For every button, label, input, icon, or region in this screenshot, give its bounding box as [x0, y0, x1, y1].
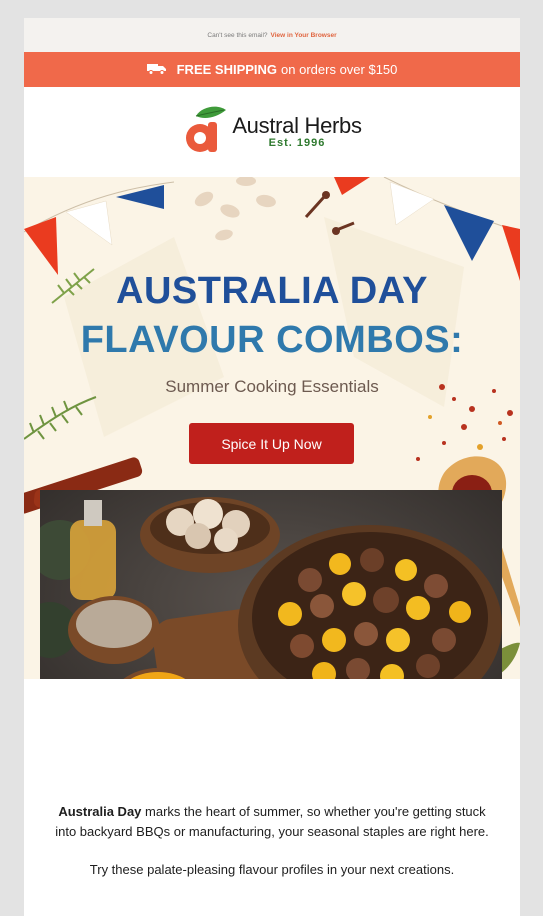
bunting-flag [389, 181, 435, 226]
hero-section: AUSTRALIA DAY FLAVOUR COMBOS: Summer Coo… [24, 177, 520, 679]
shipping-condition: on orders over $150 [281, 62, 398, 77]
cta-paragraph: Try these palate-pleasing flavour profil… [89, 862, 455, 877]
brand-name: Austral Herbs [232, 113, 362, 138]
intro-bold: Australia Day [58, 804, 142, 819]
bunting-flag [24, 217, 58, 275]
preheader-text: Can't see this email? [207, 31, 268, 39]
truck-icon [141, 62, 167, 78]
hero-title-line1: AUSTRALIA DAY [116, 270, 428, 312]
hero-food-photo [40, 490, 502, 679]
bunting-flag [444, 205, 494, 261]
free-shipping-label: FREE SHIPPING [176, 62, 278, 77]
bunting-flag [116, 185, 164, 209]
email-container: Can't see this email? View in Your Brows… [24, 18, 520, 916]
hero-subtitle: Summer Cooking Essentials [165, 377, 379, 396]
bunting-flag [334, 177, 370, 195]
free-shipping-banner: FREE SHIPPING on orders over $150 [24, 52, 520, 87]
hero-title-line2: FLAVOUR COMBOS: [80, 319, 464, 361]
intro-paragraph: Australia Day marks the heart of summer,… [54, 802, 490, 842]
leaf-a-logo-icon [182, 104, 228, 159]
preheader: Can't see this email? View in Your Brows… [24, 18, 520, 52]
view-in-browser-link[interactable]: View in Your Browser [271, 32, 337, 39]
body-copy: Australia Day marks the heart of summer,… [24, 802, 520, 898]
spice-it-up-button[interactable]: Spice It Up Now [189, 423, 354, 464]
brand-logo[interactable]: Austral Herbs Est. 1996 [24, 87, 520, 175]
